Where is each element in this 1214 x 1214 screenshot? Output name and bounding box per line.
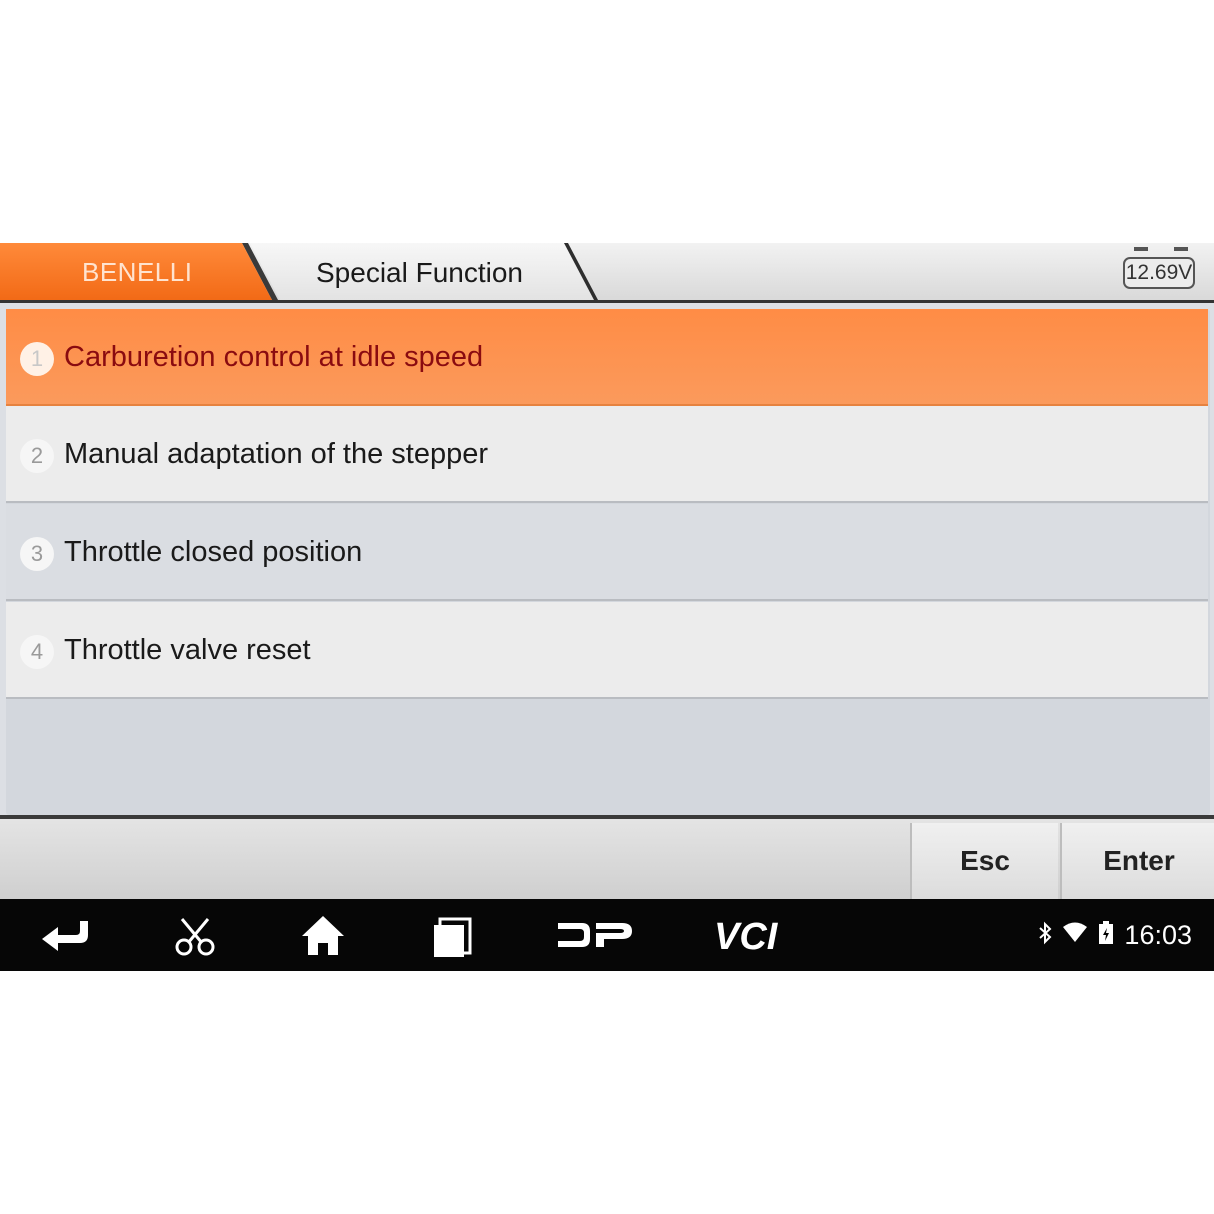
scissors-icon[interactable] <box>172 899 218 971</box>
battery-icon <box>1098 920 1114 951</box>
enter-button[interactable]: Enter <box>1060 823 1214 899</box>
item-number: 2 <box>20 439 54 473</box>
voltage-badge: 12.69V <box>1123 257 1195 289</box>
home-icon[interactable] <box>298 899 348 971</box>
diagnostic-screen: BENELLI Special Function 12.69V 1 Carbur… <box>0 243 1214 971</box>
item-number: 1 <box>20 342 54 376</box>
brand-label[interactable]: BENELLI <box>82 257 192 288</box>
item-label: Throttle valve reset <box>64 634 311 666</box>
list-item[interactable]: 4 Throttle valve reset <box>6 602 1208 699</box>
breadcrumb-label: Special Function <box>316 257 524 288</box>
esc-button[interactable]: Esc <box>910 823 1058 899</box>
function-list: 1 Carburetion control at idle speed 2 Ma… <box>6 309 1210 815</box>
item-label: Throttle closed position <box>64 536 363 568</box>
bluetooth-icon <box>1038 921 1052 950</box>
back-icon[interactable] <box>36 899 96 971</box>
list-item[interactable]: 2 Manual adaptation of the stepper <box>6 406 1208 503</box>
top-bar: BENELLI Special Function 12.69V <box>0 243 1214 303</box>
dp-icon[interactable] <box>556 899 636 971</box>
recent-apps-icon[interactable] <box>430 899 474 971</box>
battery-terminals <box>1134 247 1188 251</box>
svg-text:VCI: VCI <box>714 916 779 958</box>
button-bar: Esc Enter <box>0 815 1214 899</box>
item-number: 4 <box>20 635 54 669</box>
item-label: Manual adaptation of the stepper <box>64 438 489 470</box>
navigation-bar: VCI 16:03 <box>0 899 1214 971</box>
wifi-icon <box>1062 921 1088 950</box>
list-item[interactable]: 1 Carburetion control at idle speed <box>6 309 1208 406</box>
vci-icon[interactable]: VCI <box>712 899 802 971</box>
status-area: 16:03 <box>1038 899 1192 971</box>
list-item[interactable]: 3 Throttle closed position <box>6 504 1208 601</box>
item-number: 3 <box>20 537 54 571</box>
item-label: Carburetion control at idle speed <box>64 341 484 373</box>
clock: 16:03 <box>1124 919 1192 950</box>
